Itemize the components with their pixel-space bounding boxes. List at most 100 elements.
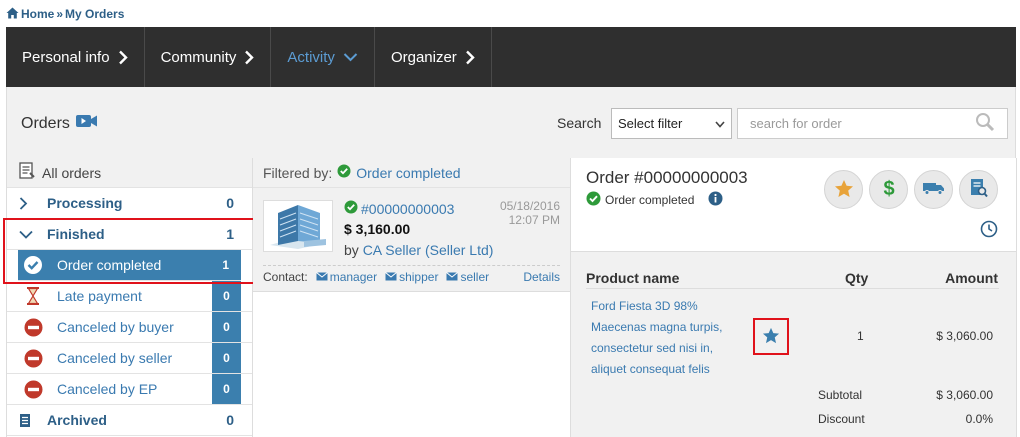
chevron-right-icon <box>244 50 255 65</box>
contact-shipper-link[interactable]: shipper <box>385 270 438 284</box>
product-line: aliquet consequat felis <box>591 362 710 376</box>
order-status-text: Order completed <box>605 193 695 207</box>
product-line: Ford Fiesta 3D 98% <box>591 299 698 313</box>
group-count: 0 <box>226 412 234 428</box>
truck-icon <box>922 181 945 198</box>
star-icon <box>834 179 854 201</box>
order-date: 05/18/2016 <box>499 199 560 213</box>
product-line: Maecenas magna turpis, <box>591 320 723 334</box>
order-thumbnail[interactable] <box>263 200 333 252</box>
video-icon[interactable] <box>75 114 98 133</box>
filtered-by-label: Filtered by: <box>263 164 333 181</box>
product-qty: 1 <box>857 329 864 343</box>
details-link[interactable]: Details <box>523 270 560 284</box>
orders-title-text: Orders <box>21 114 70 132</box>
orders-toolbar: Orders Search Select filter search for o… <box>6 87 1016 158</box>
discount-label: Discount <box>818 412 865 426</box>
group-label: Processing <box>47 195 123 211</box>
subtotal-value: $ 3,060.00 <box>936 388 993 402</box>
order-status-sidebar: All orders Processing 0 Finished 1 Order… <box>6 158 253 437</box>
payment-button[interactable]: $ <box>869 170 908 209</box>
contact-link-label: manager <box>329 269 378 284</box>
status-canceled-by-seller[interactable]: Canceled by seller 0 <box>7 343 252 374</box>
favorite-button[interactable] <box>824 170 863 209</box>
breadcrumb-separator: » <box>56 7 64 21</box>
all-orders-item[interactable]: All orders <box>7 158 252 188</box>
contact-seller-link[interactable]: seller <box>446 270 489 284</box>
nav-community[interactable]: Community <box>145 27 272 87</box>
minus-circle-icon <box>23 317 43 337</box>
search-icon[interactable] <box>975 112 995 135</box>
filter-value[interactable]: Order completed <box>356 165 460 181</box>
seller-link[interactable]: CA Seller <box>363 242 421 258</box>
status-count: 0 <box>212 374 241 404</box>
status-count: 0 <box>212 312 241 342</box>
order-status: Order completed <box>586 191 723 209</box>
product-line: consectetur sed nisi in, <box>591 341 714 355</box>
order-list-panel: Filtered by: Order completed #0000000000… <box>253 158 571 437</box>
top-navigation: Personal info Community Activity Organiz… <box>6 27 1016 87</box>
order-time: 12:07 PM <box>508 213 560 227</box>
archive-icon <box>19 413 35 428</box>
nav-label: Personal info <box>22 48 110 66</box>
order-card[interactable]: #00000000003 05/18/2016 12:07 PM $ 3,160… <box>253 188 570 292</box>
chevron-right-icon <box>19 196 35 210</box>
col-header-qty: Qty <box>845 270 869 286</box>
envelope-icon <box>385 270 397 284</box>
nav-organizer[interactable]: Organizer <box>375 27 492 87</box>
status-label: Canceled by EP <box>57 381 158 397</box>
breadcrumb-home-link[interactable]: Home <box>21 7 54 21</box>
search-placeholder: search for order <box>750 116 842 131</box>
chevron-down-icon <box>19 230 35 239</box>
page-title: Orders <box>21 114 98 133</box>
status-canceled-by-ep[interactable]: Canceled by EP 0 <box>7 374 252 405</box>
chevron-down-icon <box>343 52 358 62</box>
breadcrumb-current[interactable]: My Orders <box>65 7 124 21</box>
filter-indicator: Filtered by: Order completed <box>253 158 570 188</box>
order-detail-header: Order #00000000003 Order completed $ <box>571 158 1016 252</box>
group-finished[interactable]: Finished 1 <box>7 219 252 250</box>
status-label: Late payment <box>57 288 142 304</box>
filter-select[interactable]: Select filter <box>611 108 732 139</box>
col-header-amount: Amount <box>945 270 998 286</box>
status-order-completed[interactable]: Order completed 1 <box>18 250 241 281</box>
minus-circle-icon <box>23 379 43 399</box>
svg-text:$: $ <box>883 178 894 199</box>
contact-manager-link[interactable]: manager <box>315 269 378 284</box>
order-number-link[interactable]: #00000000003 <box>344 200 454 217</box>
product-favorite-button[interactable] <box>753 318 789 355</box>
status-count: 0 <box>212 343 241 373</box>
order-price: $ 3,160.00 <box>344 221 411 237</box>
status-count: 1 <box>222 258 229 272</box>
by-label: by <box>344 242 359 258</box>
product-amount: $ 3,060.00 <box>936 329 993 343</box>
hourglass-icon <box>23 286 43 306</box>
minus-circle-icon <box>23 348 43 368</box>
clock-icon[interactable] <box>980 220 998 241</box>
group-archived[interactable]: Archived 0 <box>7 405 252 436</box>
chevron-down-icon <box>715 116 725 131</box>
status-canceled-by-buyer[interactable]: Canceled by buyer 0 <box>7 312 252 343</box>
company-link[interactable]: (Seller Ltd) <box>425 242 493 258</box>
group-processing[interactable]: Processing 0 <box>7 188 252 219</box>
star-icon <box>762 327 780 347</box>
search-input[interactable]: search for order <box>737 108 1008 139</box>
product-name-link[interactable]: Ford Fiesta 3D 98% Maecenas magna turpis… <box>591 296 741 380</box>
check-circle-icon <box>337 164 351 181</box>
invoice-button[interactable] <box>959 170 998 209</box>
chevron-right-icon <box>465 50 475 65</box>
nav-activity[interactable]: Activity <box>271 27 375 87</box>
envelope-icon <box>315 270 328 284</box>
info-icon[interactable] <box>708 191 723 209</box>
orders-list-icon <box>19 162 35 183</box>
home-icon[interactable] <box>6 7 19 22</box>
check-circle-icon <box>23 255 43 275</box>
status-late-payment[interactable]: Late payment 0 <box>7 281 252 312</box>
order-title: Order #00000000003 <box>586 168 748 187</box>
search-label: Search <box>557 115 602 131</box>
status-count: 0 <box>212 281 241 311</box>
shipping-button[interactable] <box>914 170 953 209</box>
nav-label: Activity <box>287 48 335 66</box>
nav-personal-info[interactable]: Personal info <box>6 27 145 87</box>
breadcrumb: Home » My Orders <box>6 6 124 22</box>
